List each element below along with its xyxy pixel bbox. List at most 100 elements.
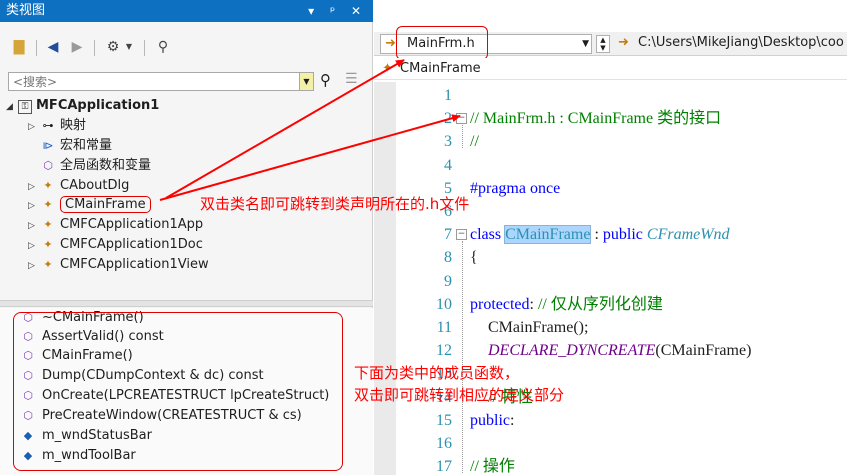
method-icon: ⬡ [23, 409, 33, 422]
split-spinner[interactable]: ▲ ▼ [596, 35, 610, 53]
line-number: 10 [436, 295, 452, 313]
field-icon: ◆ [23, 449, 33, 462]
search-options-icon[interactable]: ☰ [345, 71, 358, 87]
code-area[interactable]: 1 2−// MainFrm.h : CMainFrame 类的接口 3//4 5 #p… [396, 82, 847, 475]
member-label: OnCreate(LPCREATESTRUCT lpCreateStruct) [42, 388, 330, 403]
tree-item-doc[interactable]: ▷ ✦ CMFCApplication1Doc [28, 235, 203, 255]
tree-item-label: 宏和常量 [60, 138, 113, 153]
code-token: // MainFrm.h : CMainFrame 类的接口 [470, 110, 722, 128]
code-text: public: [470, 409, 514, 432]
file-selector-value: MainFrm.h [407, 36, 475, 51]
member-item[interactable]: ⬡ CMainFrame() [20, 346, 133, 366]
macro-icon: ⧐ [42, 139, 54, 152]
path-selector[interactable]: ➜ C:\Users\MikeJiang\Desktop\coo [616, 34, 847, 54]
fold-toggle-icon[interactable]: − [456, 229, 467, 241]
member-label: ~CMainFrame() [42, 310, 144, 325]
tree-item-view[interactable]: ▷ ✦ CMFCApplication1View [28, 255, 209, 275]
expand-icon[interactable]: ▷ [28, 196, 40, 216]
collapse-icon[interactable]: ◢ [6, 97, 18, 117]
class-scope-bar[interactable]: ✦ CMainFrame [374, 58, 847, 80]
code-text: #pragma once [470, 177, 560, 200]
back-icon[interactable]: ◀ [44, 38, 62, 56]
panel-splitter[interactable] [0, 300, 373, 307]
expand-icon[interactable]: ▷ [28, 216, 40, 236]
toolbar-separator [144, 40, 145, 56]
tree-item-macros[interactable]: ⧐ 宏和常量 [40, 136, 113, 156]
code-token: #pragma once [470, 179, 561, 197]
tree-item-caboutdlg[interactable]: ▷ ✦ CAboutDlg [28, 176, 129, 196]
member-item[interactable]: ◆ m_wndToolBar [20, 446, 136, 466]
code-token: public [602, 226, 647, 244]
member-item[interactable]: ⬡ AssertValid() const [20, 327, 164, 347]
code-token: DECLARE_DYNCREATE [488, 342, 656, 360]
member-item[interactable]: ⬡ PreCreateWindow(CREATESTRUCT & cs) [20, 406, 302, 426]
code-token: // 操作 [470, 458, 515, 475]
tree-item-label: CAboutDlg [60, 178, 130, 193]
class-link-icon[interactable]: ⚲ [154, 38, 172, 56]
tree-item-cmainframe[interactable]: ▷ ✦ CMainFrame [28, 195, 151, 215]
code-text: CMainFrame(); [488, 316, 588, 339]
code-token: : [529, 295, 538, 313]
expand-icon[interactable]: ▷ [28, 236, 40, 256]
code-text: // [470, 130, 479, 153]
search-icon[interactable]: ⚲ [320, 71, 331, 89]
search-input[interactable] [9, 73, 299, 90]
line-number: 8 [444, 249, 452, 267]
tree-item-project[interactable]: ◢ ⚿ MFCApplication1 [6, 96, 159, 116]
editor-navigation-bar: ➜ MainFrm.h ▼ ▲ ▼ ➜ C:\Users\MikeJiang\De… [374, 32, 847, 56]
line-number: 11 [436, 319, 452, 336]
new-folder-icon[interactable]: ▇ [10, 38, 28, 56]
path-value: C:\Users\MikeJiang\Desktop\coo [638, 35, 844, 50]
toolbar-separator [36, 40, 37, 56]
tree-item-app[interactable]: ▷ ✦ CMFCApplication1App [28, 215, 203, 235]
tree-item-label: CMainFrame [60, 196, 151, 213]
method-icon: ⬡ [23, 311, 33, 324]
tree-item-label: CMFCApplication1Doc [60, 237, 203, 252]
code-token: { [470, 249, 478, 267]
code-token: // 仅从序列化创建 [537, 295, 663, 313]
arrow-right-icon: ➜ [385, 36, 396, 51]
pin-icon[interactable]: ᵖ [330, 4, 341, 18]
forward-icon[interactable]: ▶ [68, 38, 86, 56]
code-text: DECLARE_DYNCREATE(CMainFrame) [488, 339, 751, 362]
title-controls: ▾ ᵖ ✕ [308, 0, 367, 22]
tree-item-label: CMFCApplication1View [60, 257, 209, 272]
code-token: class [470, 226, 506, 244]
code-token: CFrameWnd [646, 226, 730, 244]
tree-item-label: 全局函数和变量 [60, 158, 152, 173]
tree-item-maps[interactable]: ▷ ⊶ 映射 [28, 116, 86, 136]
settings-dropdown-icon[interactable]: ▼ [124, 38, 134, 56]
member-item[interactable]: ⬡ Dump(CDumpContext & dc) const [20, 366, 263, 386]
arrow-right-icon: ➜ [618, 35, 629, 50]
member-label: PreCreateWindow(CREATESTRUCT & cs) [42, 408, 302, 423]
dropdown-icon[interactable]: ▼ [582, 35, 589, 53]
expand-icon[interactable]: ▷ [28, 256, 40, 276]
tree-item-globals[interactable]: ⬡ 全局函数和变量 [40, 156, 151, 176]
file-selector[interactable]: ➜ MainFrm.h ▼ [380, 34, 592, 54]
class-view-panel: 类视图 ▾ ᵖ ✕ ▇ ◀ ▶ ⚙ ▼ ⚲ ▼ ⚲ ☰ ◢⚿ MFCApplica… [0, 0, 373, 475]
expand-icon[interactable]: ▷ [28, 117, 40, 137]
code-text: class CMainFrame : public CFrameWnd [470, 223, 730, 246]
close-icon[interactable]: ✕ [351, 4, 367, 18]
line-number: 2 [444, 110, 452, 128]
members-annotation-line2: 双击即可跳转到相应的定义部分 [354, 386, 565, 404]
class-search-box[interactable]: ▼ [8, 72, 314, 91]
search-dropdown-icon[interactable]: ▼ [299, 73, 313, 90]
member-item[interactable]: ◆ m_wndStatusBar [20, 426, 152, 446]
code-token: CMainFrame [504, 225, 592, 245]
line-number: 7 [444, 226, 452, 244]
expand-icon[interactable]: ▷ [28, 177, 40, 197]
dropdown-icon[interactable]: ▾ [308, 4, 320, 18]
member-item[interactable]: ⬡ OnCreate(LPCREATESTRUCT lpCreateStruct) [20, 386, 329, 406]
fold-guide [462, 125, 463, 149]
fold-guide [462, 241, 463, 474]
class-icon: ✦ [43, 218, 53, 231]
code-token: : [510, 411, 515, 429]
settings-gear-icon[interactable]: ⚙ [104, 38, 122, 56]
fold-toggle-icon[interactable]: − [456, 113, 467, 125]
class-view-title-bar: 类视图 ▾ ᵖ ✕ [0, 0, 373, 22]
member-item[interactable]: ⬡ ~CMainFrame() [20, 308, 144, 328]
members-list: ⬡ ~CMainFrame() ⬡ AssertValid() const ⬡ CMa… [0, 308, 373, 475]
code-token: // [470, 133, 479, 151]
method-icon: ⬡ [23, 369, 33, 382]
